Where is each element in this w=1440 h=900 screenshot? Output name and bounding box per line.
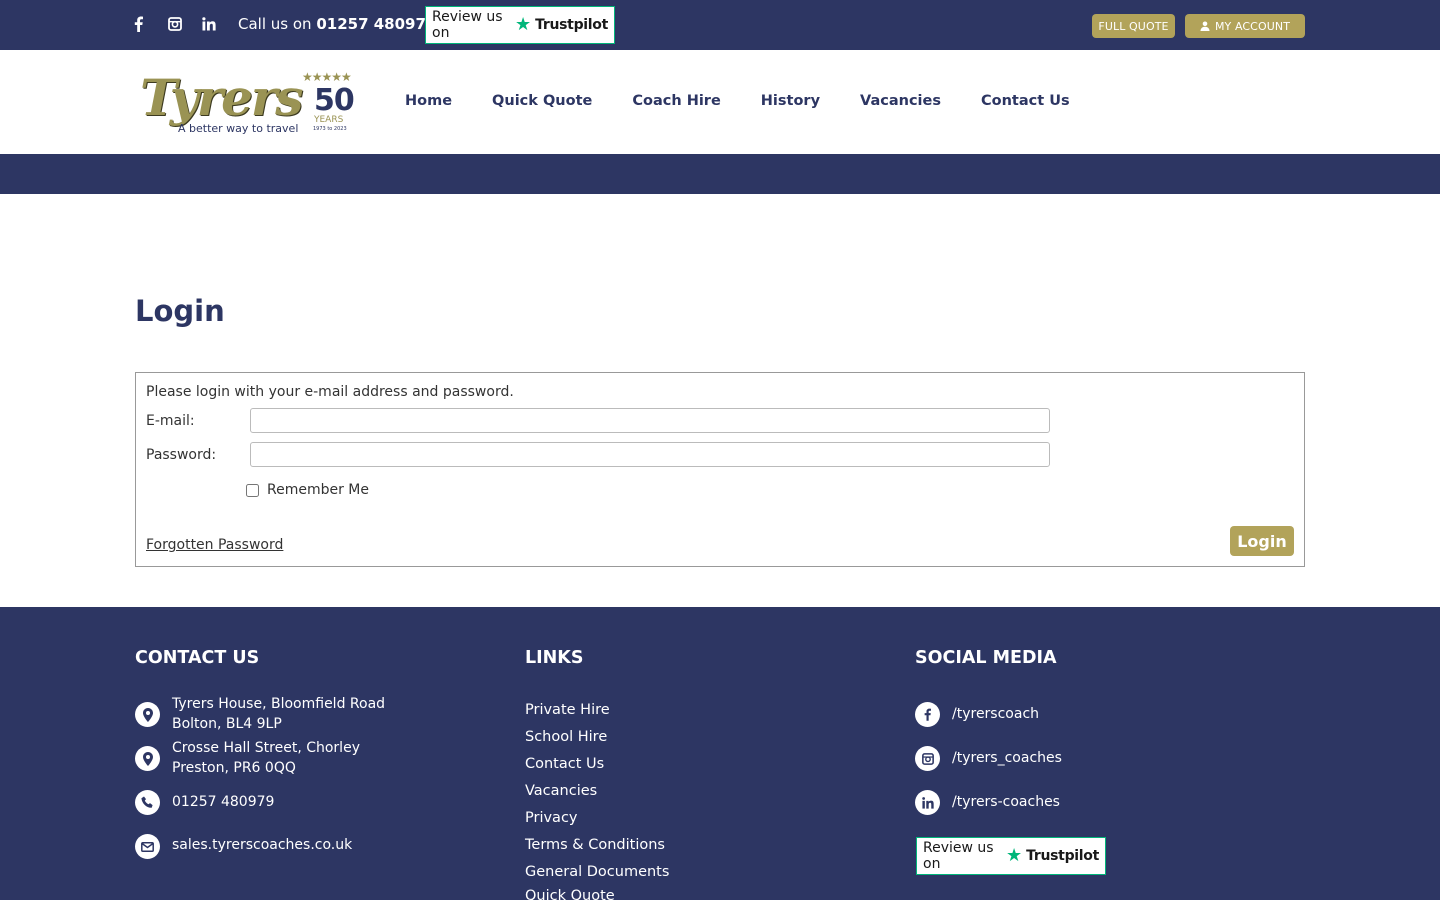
footer-link-terms[interactable]: Terms & Conditions: [525, 837, 665, 853]
address2-line2: Preston, PR6 0QQ: [172, 760, 296, 776]
logo-fifty: 50: [314, 83, 355, 118]
address-chorley: Crosse Hall Street, Chorley Preston, PR6…: [135, 740, 360, 778]
nav-coach-hire[interactable]: Coach Hire: [632, 93, 720, 109]
remember-me-label: Remember Me: [267, 482, 369, 498]
trustpilot-review-text: Review us on: [432, 9, 503, 41]
logo-tagline: A better way to travel: [178, 122, 299, 135]
facebook-icon: [915, 702, 940, 727]
nav-history[interactable]: History: [761, 93, 820, 109]
remember-me-checkbox[interactable]: [246, 483, 259, 497]
top-phone-number[interactable]: 01257 480979: [316, 15, 436, 33]
nav-quick-quote[interactable]: Quick Quote: [492, 93, 592, 109]
full-quote-button[interactable]: FULL QUOTE: [1092, 14, 1175, 38]
top-bar: Call us on 01257 480979 Review us on ★ T…: [0, 0, 1440, 50]
site-footer: CONTACT US Tyrers House, Bloomfield Road…: [0, 607, 1440, 900]
facebook-handle: /tyrerscoach: [952, 706, 1040, 722]
call-us-prefix: Call us on: [238, 15, 312, 33]
footer-link-quick-quote[interactable]: Quick Quote: [525, 888, 615, 900]
site-header: ★★★★★ Tyrers A better way to travel 50 Y…: [0, 50, 1440, 154]
envelope-icon: [135, 834, 160, 859]
nav-vacancies[interactable]: Vacancies: [860, 93, 941, 109]
phone-icon: [135, 790, 160, 815]
footer-phone-number: 01257 480979: [172, 794, 275, 810]
tyrers-logo[interactable]: ★★★★★ Tyrers A better way to travel 50 Y…: [138, 68, 358, 138]
footer-link-contact-us[interactable]: Contact Us: [525, 756, 604, 772]
logo-years: YEARS: [314, 115, 344, 125]
email-field[interactable]: [250, 408, 1050, 433]
trustpilot-brand: Trustpilot: [535, 17, 608, 33]
login-intro: Please login with your e-mail address an…: [146, 384, 514, 400]
my-account-label: MY ACCOUNT: [1214, 19, 1291, 33]
user-icon: [1200, 21, 1210, 31]
footer-links-heading: LINKS: [525, 648, 584, 668]
footer-link-school-hire[interactable]: School Hire: [525, 729, 607, 745]
address1-line2: Bolton, BL4 9LP: [172, 716, 282, 732]
header-band: [0, 154, 1440, 194]
footer-phone[interactable]: 01257 480979: [135, 790, 274, 815]
instagram-handle: /tyrers_coaches: [952, 750, 1062, 766]
linkedin-icon[interactable]: [202, 14, 236, 34]
main-nav: Home Quick Quote Coach Hire History Vaca…: [405, 93, 1110, 109]
password-field[interactable]: [250, 442, 1050, 467]
address-bolton: Tyrers House, Bloomfield Road Bolton, BL…: [135, 696, 385, 734]
logo-year-range: 1973 to 2023: [313, 126, 347, 132]
page-title: Login: [135, 294, 225, 328]
footer-link-general-documents[interactable]: General Documents: [525, 864, 669, 880]
map-pin-icon: [135, 746, 160, 771]
trustpilot-review-badge[interactable]: Review us on ★ Trustpilot: [425, 6, 615, 44]
footer-email-address: sales.tyrerscoaches.co.uk: [172, 837, 353, 853]
footer-email[interactable]: sales.tyrerscoaches.co.uk: [135, 834, 352, 859]
linkedin-icon: [915, 790, 940, 815]
instagram-icon[interactable]: [168, 14, 202, 34]
trustpilot-star-icon: ★: [1006, 845, 1023, 866]
logo-brand: Tyrers: [140, 68, 303, 127]
email-label: E-mail:: [146, 413, 195, 429]
footer-linkedin[interactable]: /tyrers-coaches: [915, 790, 1060, 815]
top-social-links: [134, 14, 236, 34]
footer-link-vacancies[interactable]: Vacancies: [525, 783, 597, 799]
address1-line1: Tyrers House, Bloomfield Road: [172, 696, 386, 712]
footer-instagram[interactable]: /tyrers_coaches: [915, 746, 1062, 771]
facebook-icon[interactable]: [134, 14, 168, 34]
nav-home[interactable]: Home: [405, 93, 452, 109]
password-label: Password:: [146, 447, 217, 463]
footer-social-heading: SOCIAL MEDIA: [915, 648, 1057, 668]
login-form: Please login with your e-mail address an…: [135, 372, 1305, 567]
nav-contact-us[interactable]: Contact Us: [981, 93, 1070, 109]
logo-stars-icon: ★★★★★: [302, 70, 352, 84]
footer-link-privacy[interactable]: Privacy: [525, 810, 578, 826]
login-button[interactable]: Login: [1230, 526, 1294, 556]
remember-me[interactable]: Remember Me: [246, 482, 369, 498]
footer-facebook[interactable]: /tyrerscoach: [915, 702, 1039, 727]
footer-trustpilot-badge[interactable]: Review us on ★ Trustpilot: [916, 837, 1106, 875]
map-pin-icon: [135, 702, 160, 727]
footer-link-private-hire[interactable]: Private Hire: [525, 702, 610, 718]
forgotten-password-link[interactable]: Forgotten Password: [146, 537, 283, 553]
footer-contact-heading: CONTACT US: [135, 648, 260, 668]
address2-line1: Crosse Hall Street, Chorley: [172, 740, 360, 756]
footer-trustpilot-review-text: Review us on: [923, 840, 994, 872]
trustpilot-star-icon: ★: [515, 14, 532, 35]
my-account-button[interactable]: MY ACCOUNT: [1185, 14, 1305, 38]
linkedin-handle: /tyrers-coaches: [952, 794, 1060, 810]
footer-trustpilot-brand: Trustpilot: [1026, 848, 1099, 864]
instagram-icon: [915, 746, 940, 771]
call-us-text: Call us on 01257 480979: [238, 15, 436, 33]
